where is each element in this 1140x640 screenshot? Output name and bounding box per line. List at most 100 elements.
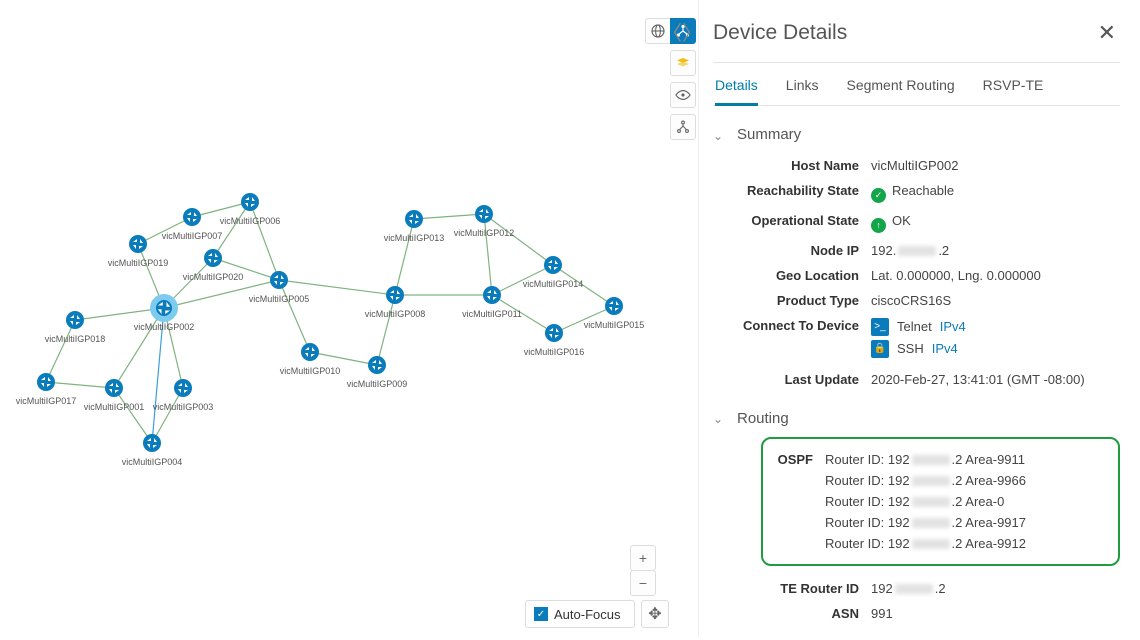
topology-edge[interactable]	[46, 382, 114, 388]
topology-node[interactable]: vicMultiIGP007	[162, 208, 223, 241]
terouter-value: 192.2	[871, 581, 1120, 596]
arrow-up-circle-icon: ↑	[871, 218, 886, 233]
plus-icon: +	[639, 550, 647, 566]
tool-layers[interactable]	[670, 50, 696, 76]
autofocus-label: Auto-Focus	[554, 607, 620, 622]
node-label: vicMultiIGP001	[84, 402, 145, 412]
telnet-label: Telnet	[897, 319, 932, 334]
topology-node[interactable]: vicMultiIGP004	[122, 434, 183, 467]
node-label: vicMultiIGP005	[249, 294, 310, 304]
close-button[interactable]: ✕	[1094, 18, 1120, 48]
node-label: vicMultiIGP007	[162, 231, 223, 241]
topology-edge[interactable]	[414, 214, 484, 219]
topology-svg[interactable]: vicMultiIGP007 vicMultiIGP006 vicMultiIGP0…	[0, 0, 698, 637]
lastupdate-value: 2020-Feb-27, 13:41:01 (GMT -08:00)	[871, 372, 1120, 387]
topology-edge[interactable]	[484, 214, 553, 265]
ospf-entry: Router ID: 192.2 Area-9911	[825, 452, 1025, 467]
topology-node[interactable]: vicMultiIGP012	[454, 205, 515, 238]
topology-node[interactable]: vicMultiIGP010	[280, 343, 341, 376]
topology-node[interactable]: vicMultiIGP003	[153, 379, 214, 412]
ospf-entry: Router ID: 192.2 Area-9917	[825, 515, 1026, 530]
summary-toggle[interactable]: ⌄ Summary	[713, 126, 1120, 143]
routing-title: Routing	[737, 410, 789, 427]
node-label: vicMultiIGP018	[45, 334, 106, 344]
nodeip-value: 192..2	[871, 243, 1120, 258]
recenter-button[interactable]: ✥	[641, 600, 669, 628]
node-label: vicMultiIGP008	[365, 309, 426, 319]
topology-node[interactable]: vicMultiIGP014	[523, 256, 584, 289]
topology-node[interactable]: vicMultiIGP016	[524, 324, 585, 357]
product-label: Product Type	[713, 293, 871, 308]
autofocus-toggle[interactable]: ✓ Auto-Focus	[525, 600, 635, 628]
routing-toggle[interactable]: ⌄ Routing	[713, 410, 1120, 427]
tool-visibility[interactable]	[670, 82, 696, 108]
ospf-highlight-box: OSPFRouter ID: 192.2 Area-9911Router ID:…	[761, 437, 1120, 566]
topology-edge[interactable]	[279, 280, 310, 352]
topology-edge[interactable]	[114, 388, 152, 443]
topology-edge[interactable]	[279, 280, 395, 295]
topology-node[interactable]: vicMultiIGP001	[84, 379, 145, 412]
node-label: vicMultiIGP014	[523, 279, 584, 289]
node-label: vicMultiIGP003	[153, 402, 214, 412]
topology-node[interactable]: vicMultiIGP005	[249, 271, 310, 304]
node-label: vicMultiIGP017	[16, 396, 77, 406]
ospf-row: OSPFRouter ID: 192.2 Area-9911	[763, 449, 1108, 470]
summary-title: Summary	[737, 126, 801, 143]
hostname-label: Host Name	[713, 158, 871, 173]
node-label: vicMultiIGP011	[462, 309, 522, 319]
nodeip-label: Node IP	[713, 243, 871, 258]
minus-icon: −	[639, 575, 647, 591]
ospf-entry: Router ID: 192.2 Area-9912	[825, 536, 1026, 551]
topology-edge[interactable]	[250, 202, 279, 280]
topology-node[interactable]: vicMultiIGP008	[365, 286, 426, 319]
tab-rsvp-te[interactable]: RSVP-TE	[983, 77, 1044, 105]
topology-node[interactable]: vicMultiIGP017	[16, 373, 77, 406]
topology-node[interactable]: vicMultiIGP011	[462, 286, 522, 319]
asn-value: 991	[871, 606, 1120, 621]
checkbox-icon: ✓	[534, 607, 548, 621]
node-label: vicMultiIGP013	[384, 233, 445, 243]
topology-node[interactable]: vicMultiIGP006	[220, 193, 281, 226]
node-label: vicMultiIGP019	[108, 258, 169, 268]
ssh-ipv4-link[interactable]: IPv4	[932, 341, 958, 356]
tab-details[interactable]: Details	[715, 77, 758, 106]
chevron-left-icon: 〈	[662, 17, 682, 46]
panel-title: Device Details	[713, 21, 847, 45]
topology-node[interactable]: vicMultiIGP013	[384, 210, 445, 243]
topology-node[interactable]: vicMultiIGP019	[108, 235, 169, 268]
operational-label: Operational State	[713, 213, 871, 228]
tab-links[interactable]: Links	[786, 77, 819, 105]
topology-node[interactable]: vicMultiIGP015	[584, 297, 645, 330]
panel-toggle[interactable]: 〈〉	[665, 16, 699, 46]
geo-value: Lat. 0.000000, Lng. 0.000000	[871, 268, 1120, 283]
hostname-value: vicMultiIGP002	[871, 158, 1120, 173]
topology-edge[interactable]	[310, 352, 377, 365]
terminal-icon: >_	[871, 318, 889, 336]
panel-tabs: Details Links Segment Routing RSVP-TE	[713, 63, 1120, 106]
section-routing: ⌄ Routing OSPFRouter ID: 192.2 Area-9911…	[713, 410, 1120, 626]
lastupdate-label: Last Update	[713, 372, 871, 387]
operational-value: ↑ OK	[871, 213, 1120, 233]
telnet-ipv4-link[interactable]: IPv4	[940, 319, 966, 334]
tool-hierarchy[interactable]	[670, 114, 696, 140]
redacted	[895, 584, 933, 594]
topology-edge[interactable]	[395, 219, 414, 295]
topology-edge[interactable]	[484, 214, 492, 295]
check-circle-icon: ✓	[871, 188, 886, 203]
layers-icon	[675, 55, 691, 71]
zoom-in[interactable]: +	[630, 545, 656, 571]
topology-edge[interactable]	[114, 308, 164, 388]
topology-edge[interactable]	[377, 295, 395, 365]
lock-icon: 🔒	[871, 340, 889, 358]
node-label: vicMultiIGP010	[280, 366, 341, 376]
node-label: vicMultiIGP009	[347, 379, 408, 389]
connect-value: >_Telnet IPv4 🔒SSH IPv4	[871, 318, 1120, 362]
topology-node[interactable]: vicMultiIGP018	[45, 311, 106, 344]
operational-text: OK	[892, 213, 911, 228]
reachability-label: Reachability State	[713, 183, 871, 198]
topology-edge[interactable]	[46, 320, 75, 382]
tab-segment-routing[interactable]: Segment Routing	[846, 77, 954, 105]
ospf-label: OSPF	[763, 452, 825, 467]
zoom-out[interactable]: −	[630, 570, 656, 596]
topology-canvas[interactable]: vicMultiIGP007 vicMultiIGP006 vicMultiIGP0…	[0, 0, 698, 637]
